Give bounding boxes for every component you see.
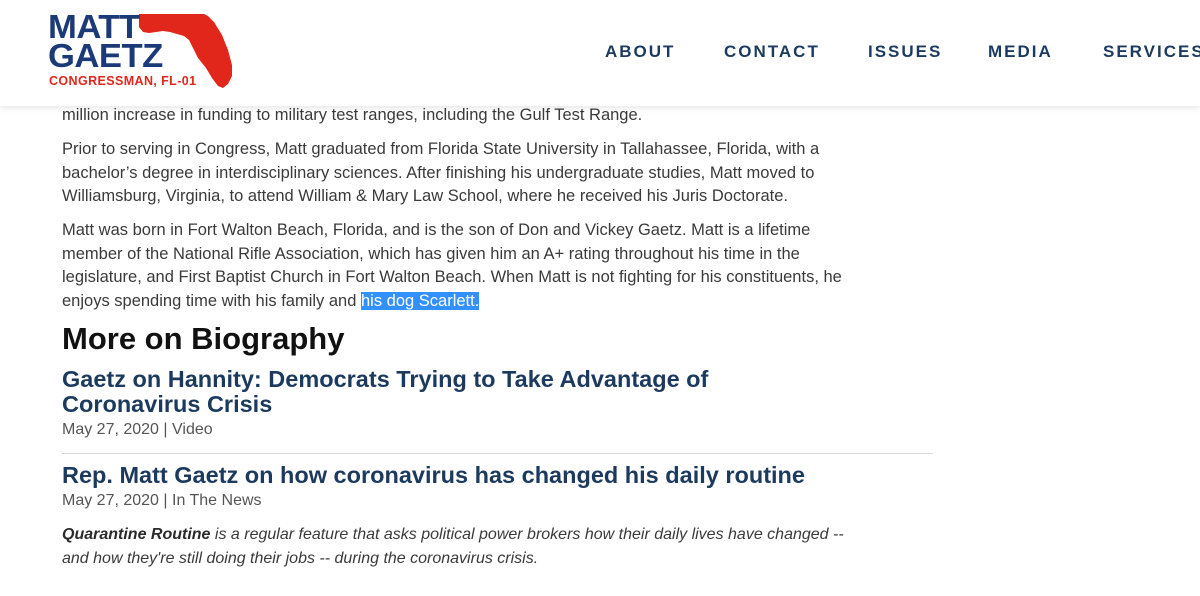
bio-line: bachelor’s degree in interdisciplinary s…: [62, 163, 815, 182]
bio-paragraph: Matt was born in Fort Walton Beach, Flor…: [62, 219, 922, 313]
article-meta: May 27, 2020 | In The News: [62, 492, 262, 509]
nav-services[interactable]: SERVICES: [1103, 42, 1200, 62]
excerpt-bold: Quarantine Routine: [62, 526, 211, 543]
article-title-link[interactable]: Gaetz on Hannity: Democrats Trying to Ta…: [62, 367, 933, 417]
bio-line: Prior to serving in Congress, Matt gradu…: [62, 140, 820, 158]
article-meta: May 27, 2020 | Video: [62, 421, 213, 438]
bio-text: enjoys spending time with his family and: [62, 291, 361, 310]
article-title-line[interactable]: Coronavirus Crisis: [62, 392, 933, 417]
article-title-line[interactable]: Gaetz on Hannity: Democrats Trying to Ta…: [62, 367, 933, 392]
related-article: Rep. Matt Gaetz on how coronavirus has c…: [62, 463, 933, 511]
nav-media[interactable]: MEDIA: [988, 42, 1053, 62]
bio-line: legislature, and First Baptist Church in…: [62, 268, 842, 286]
article-excerpt: Quarantine Routine is a regular feature …: [62, 523, 942, 570]
related-article: Gaetz on Hannity: Democrats Trying to Ta…: [62, 367, 933, 440]
bio-line: enjoys spending time with his family and…: [62, 290, 922, 314]
bio-paragraph: million increase in funding to military …: [62, 104, 922, 128]
bio-line: member of the National Rifle Association…: [62, 244, 800, 263]
excerpt-line: and how they're still doing their jobs -…: [62, 549, 539, 567]
logo-subtitle: CONGRESSMAN, FL-01: [49, 74, 197, 88]
excerpt-text: is a regular feature that asks political…: [210, 526, 844, 543]
bio-paragraph: Prior to serving in Congress, Matt gradu…: [62, 138, 922, 209]
bio-line: Matt was born in Fort Walton Beach, Flor…: [62, 221, 811, 239]
site-logo[interactable]: MATT GAETZ CONGRESSMAN, FL-01: [46, 10, 236, 92]
bio-line: Williamsburg, Virginia, to attend Willia…: [62, 187, 788, 205]
site-header: MATT GAETZ CONGRESSMAN, FL-01 ABOUT CONT…: [0, 0, 1200, 106]
nav-issues[interactable]: ISSUES: [868, 42, 942, 62]
article-title-line[interactable]: Rep. Matt Gaetz on how coronavirus has c…: [62, 463, 933, 488]
selected-text[interactable]: his dog Scarlett.: [360, 291, 480, 310]
excerpt-line: Quarantine Routine is a regular feature …: [62, 523, 942, 547]
bio-line: million increase in funding to military …: [62, 106, 643, 124]
article-title-link[interactable]: Rep. Matt Gaetz on how coronavirus has c…: [62, 463, 933, 488]
nav-about[interactable]: ABOUT: [605, 42, 675, 62]
logo-last-name: GAETZ: [48, 37, 163, 74]
section-heading: More on Biography: [62, 321, 345, 356]
nav-contact[interactable]: CONTACT: [724, 42, 820, 62]
page: MATT GAETZ CONGRESSMAN, FL-01 ABOUT CONT…: [0, 0, 1200, 596]
divider: [62, 453, 933, 454]
